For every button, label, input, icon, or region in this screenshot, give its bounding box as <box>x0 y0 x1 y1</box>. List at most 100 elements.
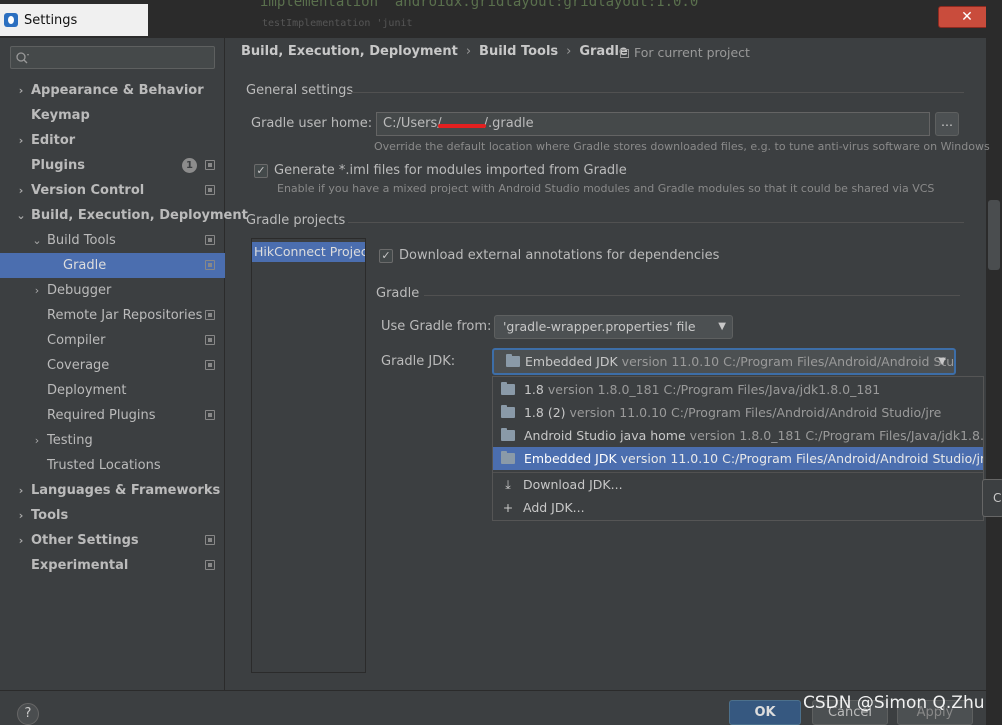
background-code-line: implementation 'androidx.gridlayout:grid… <box>260 0 707 10</box>
download-annotations-checkbox[interactable]: ✓ <box>379 249 393 263</box>
download-icon: ⤓ <box>505 477 511 492</box>
sidebar-item-testing[interactable]: › Testing <box>0 428 225 453</box>
gradle-user-home-hint: Override the default location where Grad… <box>374 140 990 153</box>
jdk-option-version: version 1.8.0_181 C:/Program Files/Java/… <box>547 382 881 397</box>
project-scope-icon <box>205 310 215 320</box>
breadcrumb-item[interactable]: Build Tools <box>479 44 558 59</box>
settings-sidebar: › Appearance & Behavior Keymap › Editor … <box>0 38 248 690</box>
jdk-option-version: version 1.8.0_181 C:/Program Files/Java/… <box>689 428 983 443</box>
search-input[interactable] <box>10 46 215 69</box>
sidebar-item-build-tools[interactable]: ⌄ Build Tools <box>0 228 225 253</box>
ok-button[interactable]: OK <box>729 700 801 725</box>
sidebar-item-label: Appearance & Behavior <box>31 83 204 98</box>
chevron-right-icon: › <box>18 534 24 547</box>
gradle-jdk-label: Gradle JDK: <box>381 354 456 369</box>
chevron-right-icon: › <box>18 184 24 197</box>
sidebar-item-tools[interactable]: › Tools <box>0 503 225 528</box>
title-bar: implementation 'androidx.gridlayout:grid… <box>0 0 1002 38</box>
sidebar-item-label: Trusted Locations <box>47 458 161 473</box>
sidebar-item-version-control[interactable]: › Version Control <box>0 178 225 203</box>
chevron-down-icon: ⌄ <box>16 209 26 222</box>
sidebar-item-editor[interactable]: › Editor <box>0 128 225 153</box>
chevron-right-icon: › <box>34 284 40 297</box>
sidebar-item-coverage[interactable]: Coverage <box>0 353 225 378</box>
sidebar-item-trusted-locations[interactable]: Trusted Locations <box>0 453 225 478</box>
add-jdk-action[interactable]: + Add JDK... <box>493 496 983 519</box>
add-icon: + <box>502 500 514 515</box>
gradle-subsection-title: Gradle <box>376 286 420 301</box>
jdk-folder-icon <box>501 382 515 395</box>
truncated-side-button[interactable]: C <box>982 479 1002 517</box>
add-jdk-label: Add JDK... <box>523 500 585 515</box>
project-scope-icon <box>205 235 215 245</box>
jdk-option-version: version 11.0.10 C:/Program Files/Android… <box>620 451 983 466</box>
jdk-option-name: 1.8 <box>523 382 544 397</box>
project-scope-icon <box>620 49 629 58</box>
sidebar-item-label: Editor <box>31 133 76 148</box>
search-icon <box>15 50 31 66</box>
sidebar-item-required-plugins[interactable]: Required Plugins <box>0 403 225 428</box>
dropdown-arrow-icon: ▼ <box>718 321 726 332</box>
gradle-projects-list: HikConnect Project <box>251 238 366 673</box>
watermark: CSDN @Simon Q.Zhu <box>803 693 985 713</box>
plugins-update-badge: 1 <box>182 158 197 173</box>
sidebar-item-build-execution-deployment[interactable]: ⌄ Build, Execution, Deployment <box>0 203 247 228</box>
chevron-down-icon: ⌄ <box>32 234 42 247</box>
sidebar-item-label: Experimental <box>31 558 129 573</box>
help-button[interactable]: ? <box>17 703 39 725</box>
sidebar-item-label: Required Plugins <box>47 408 156 423</box>
sidebar-item-appearance[interactable]: › Appearance & Behavior <box>0 78 225 103</box>
sidebar-item-languages-frameworks[interactable]: › Languages & Frameworks <box>0 478 225 503</box>
sidebar-item-keymap[interactable]: Keymap <box>0 103 225 128</box>
gradle-projects-title: Gradle projects <box>246 213 346 228</box>
breadcrumb: Build, Execution, Deployment › Build Tools… <box>241 44 628 59</box>
sidebar-item-experimental[interactable]: Experimental <box>0 553 225 578</box>
sidebar-item-label: Tools <box>31 508 69 523</box>
jdk-folder-icon <box>501 451 515 464</box>
section-divider <box>348 222 964 223</box>
jdk-option-name: Embedded JDK <box>523 451 617 466</box>
project-scope-icon <box>205 335 215 345</box>
sidebar-item-remote-jar-repositories[interactable]: Remote Jar Repositories <box>0 303 225 328</box>
breadcrumb-item[interactable]: Build, Execution, Deployment <box>241 44 458 59</box>
browse-button[interactable]: ... <box>935 112 959 136</box>
generate-iml-label: Generate *.iml files for modules importe… <box>274 163 627 178</box>
sidebar-item-other-settings[interactable]: › Other Settings <box>0 528 225 553</box>
chevron-right-icon: › <box>18 484 24 497</box>
generate-iml-hint: Enable if you have a mixed project with … <box>277 182 935 195</box>
section-divider <box>348 92 964 93</box>
jdk-option-selected[interactable]: Embedded JDK version 11.0.10 C:/Program … <box>493 447 983 470</box>
download-jdk-label: Download JDK... <box>523 477 623 492</box>
jdk-option[interactable]: Android Studio java home version 1.8.0_1… <box>493 424 983 447</box>
scope-label: For current project <box>634 45 750 60</box>
scrollbar-thumb[interactable] <box>988 200 1000 270</box>
gradle-jdk-select[interactable]: Embedded JDK version 11.0.10 C:/Program … <box>492 348 956 375</box>
use-gradle-from-value: 'gradle-wrapper.properties' file <box>503 319 696 334</box>
project-scope-icon <box>205 360 215 370</box>
sidebar-item-debugger[interactable]: › Debugger <box>0 278 225 303</box>
user-home-prefix: C:/Users/ <box>383 116 442 131</box>
sidebar-item-gradle[interactable]: Gradle <box>0 253 225 278</box>
generate-iml-checkbox[interactable]: ✓ <box>254 164 268 178</box>
sidebar-item-label: Version Control <box>31 183 145 198</box>
general-settings-title: General settings <box>246 83 354 98</box>
sidebar-item-compiler[interactable]: Compiler <box>0 328 225 353</box>
jdk-option[interactable]: 1.8 (2) version 11.0.10 C:/Program Files… <box>493 401 983 424</box>
project-scope-icon <box>205 160 215 170</box>
background-editor-scrollbar <box>986 0 1002 725</box>
jdk-selected-name: Embedded JDK <box>525 354 618 369</box>
project-scope-icon <box>205 185 215 195</box>
use-gradle-from-select[interactable]: 'gradle-wrapper.properties' file ▼ <box>494 315 733 339</box>
project-scope-icon <box>205 560 215 570</box>
sidebar-item-label: Testing <box>47 433 93 448</box>
jdk-option[interactable]: 1.8 version 1.8.0_181 C:/Program Files/J… <box>493 378 983 401</box>
sidebar-item-label: Keymap <box>31 108 90 123</box>
window-title: Settings <box>0 4 148 36</box>
download-jdk-action[interactable]: ⤓ Download JDK... <box>493 473 983 496</box>
use-gradle-from-label: Use Gradle from: <box>381 319 492 334</box>
sidebar-item-label: Coverage <box>47 358 110 373</box>
sidebar-item-label: Deployment <box>47 383 127 398</box>
sidebar-item-deployment[interactable]: Deployment <box>0 378 225 403</box>
project-list-item[interactable]: HikConnect Project <box>252 242 365 262</box>
sidebar-item-plugins[interactable]: Plugins 1 <box>0 153 225 178</box>
